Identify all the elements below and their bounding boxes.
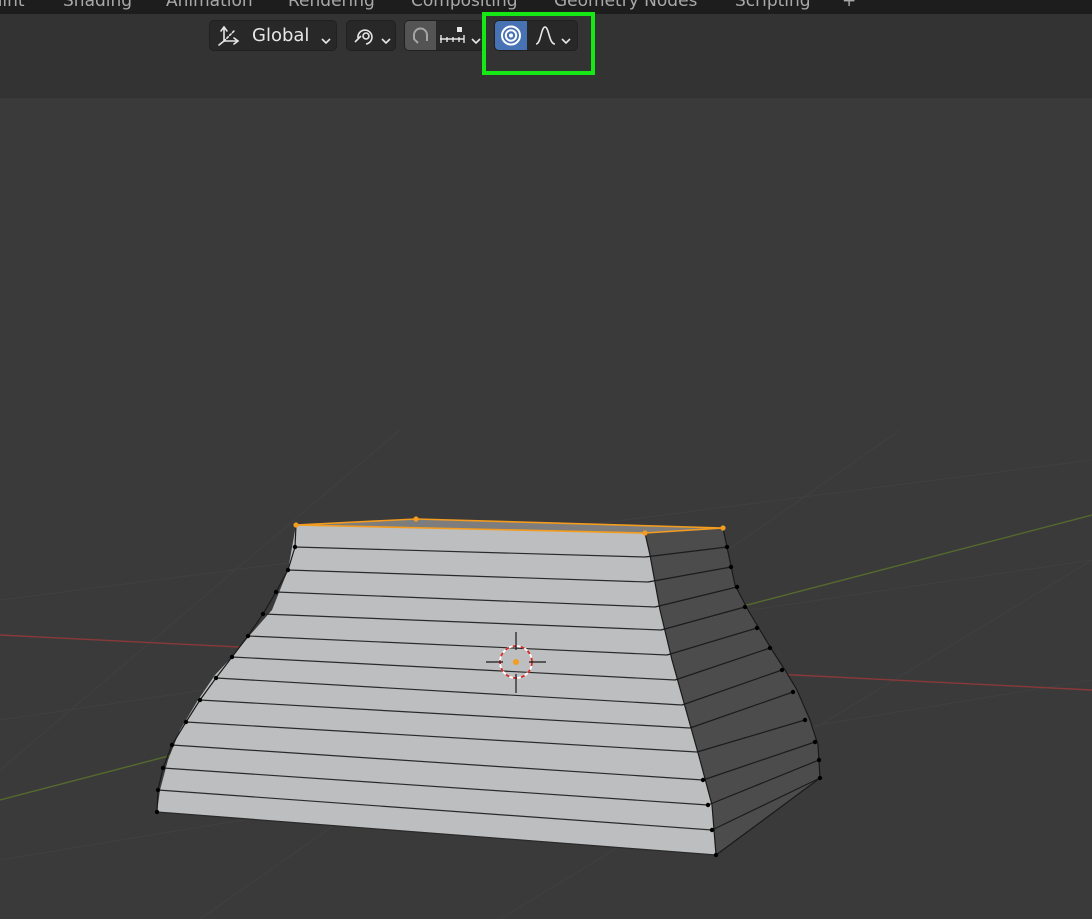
blender-window: aint Shading Animation Rendering Composi… xyxy=(0,0,1092,919)
viewport-scene xyxy=(0,429,1092,919)
